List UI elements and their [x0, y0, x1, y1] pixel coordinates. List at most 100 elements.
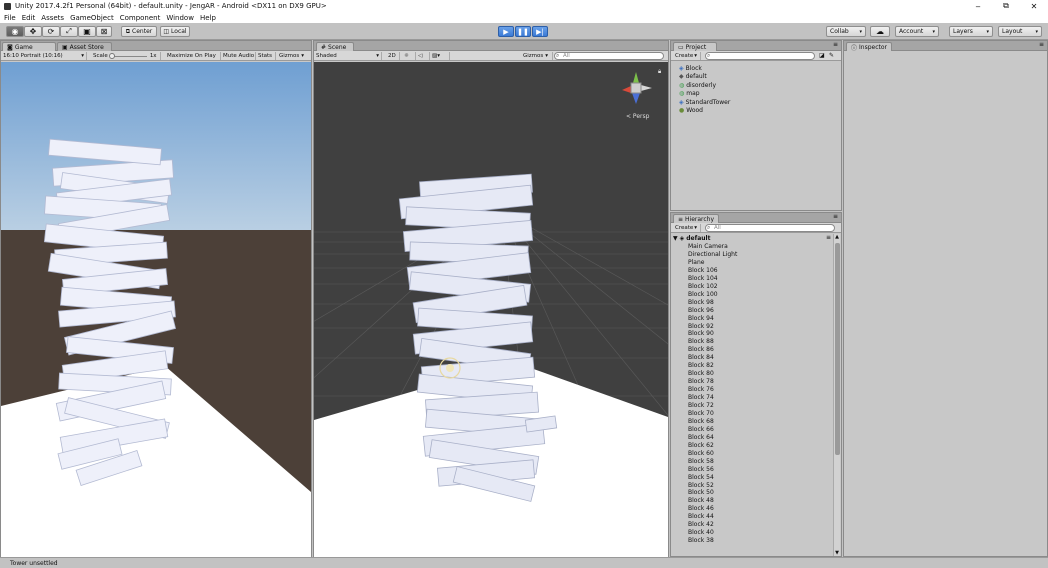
- play-button[interactable]: ▶: [498, 26, 514, 37]
- scene-control-bar: Shaded▾ 2D ☼ ◁ ▨▾ Gizmos▾ All: [314, 51, 668, 61]
- layers-dropdown[interactable]: Layers ▾: [949, 26, 993, 37]
- scale-slider-thumb[interactable]: [108, 52, 115, 59]
- tab-asset-store[interactable]: ▣ Asset Store: [57, 42, 112, 51]
- list-item[interactable]: ◆ default: [679, 73, 707, 81]
- game-icon: ◙: [7, 43, 13, 51]
- list-item[interactable]: ◍ map: [679, 90, 700, 98]
- menu-file[interactable]: File: [4, 14, 16, 22]
- step-button[interactable]: ▶|: [532, 26, 548, 37]
- stats-toggle[interactable]: Stats: [256, 52, 276, 60]
- scene-view[interactable]: < Persp 🔒︎: [314, 62, 668, 557]
- maximize-button[interactable]: ⧉: [992, 1, 1020, 11]
- tab-scene[interactable]: # Scene: [316, 42, 354, 51]
- account-dropdown[interactable]: Account ▾: [895, 26, 939, 37]
- tab-inspector[interactable]: ⓘ Inspector: [846, 42, 892, 52]
- tab-hierarchy[interactable]: ≡ Hierarchy: [673, 214, 719, 223]
- play-icon: ▶: [503, 27, 509, 36]
- pivot-center-button[interactable]: ⧉ Center: [121, 26, 157, 37]
- menu-assets[interactable]: Assets: [41, 14, 64, 22]
- scene-root-menu-icon[interactable]: ≡: [826, 234, 831, 241]
- panel-menu-icon[interactable]: ≡: [833, 213, 838, 220]
- close-button[interactable]: ✕: [1020, 2, 1048, 11]
- list-item[interactable]: ◍ disorderly: [679, 81, 716, 89]
- effects-dropdown[interactable]: ▨ ▾: [430, 52, 450, 60]
- rect-tool-button[interactable]: ▣: [78, 26, 96, 37]
- list-item[interactable]: ◈ StandardTower: [679, 98, 730, 106]
- hierarchy-create-dropdown[interactable]: Create ▾: [673, 224, 701, 232]
- center-label: Center: [132, 28, 153, 35]
- scene-orientation-gizmo[interactable]: [616, 68, 656, 108]
- chevron-down-icon: ▾: [859, 28, 862, 35]
- menu-component[interactable]: Component: [120, 14, 161, 22]
- menu-window[interactable]: Window: [166, 14, 194, 22]
- maximize-on-play-toggle[interactable]: Maximize On Play: [165, 52, 221, 60]
- 2d-toggle[interactable]: 2D: [386, 52, 400, 60]
- hand-tool-button[interactable]: ◉: [6, 26, 24, 37]
- list-item[interactable]: ● Wood: [679, 107, 703, 115]
- chevron-down-icon: ▾: [545, 53, 549, 59]
- unity-logo-icon: [4, 2, 11, 10]
- rotate-tool-button[interactable]: ⟳: [42, 26, 60, 37]
- local-icon: ◫: [163, 28, 170, 35]
- tab-project[interactable]: ▭ Project: [673, 42, 717, 51]
- hierarchy-tab-label: Hierarchy: [685, 215, 715, 223]
- hierarchy-tab-row: ≡ Hierarchy ≡: [671, 213, 841, 223]
- scene-root[interactable]: ▼ ◈ default: [673, 234, 710, 242]
- hierarchy-search-input[interactable]: All: [705, 224, 835, 232]
- scene-icon: ◆: [679, 73, 684, 80]
- lock-icon[interactable]: 🔒︎: [658, 68, 661, 76]
- hierarchy-scrollbar[interactable]: ▲ ▼: [833, 234, 840, 556]
- layers-label: Layers: [953, 28, 973, 35]
- scroll-down-icon[interactable]: ▼: [834, 550, 840, 556]
- game-control-bar: 16:10 Portrait (10:16) ▾ Scale 1x Maximiz…: [1, 51, 311, 61]
- game-view[interactable]: [1, 62, 311, 557]
- lighting-toggle[interactable]: ☼: [402, 52, 416, 60]
- layout-dropdown[interactable]: Layout ▾: [998, 26, 1042, 37]
- chevron-down-icon: ▾: [986, 28, 989, 35]
- unity-scene-icon: ◈: [679, 234, 685, 242]
- move-tool-button[interactable]: ✥: [24, 26, 42, 37]
- pause-button[interactable]: ❚❚: [515, 26, 531, 37]
- scene-gizmos-label: Gizmos: [523, 53, 544, 59]
- scale-slider[interactable]: Scale 1x: [91, 52, 161, 60]
- maximize-label: Maximize On Play: [167, 53, 216, 59]
- panel-menu-icon[interactable]: ≡: [1039, 41, 1044, 48]
- menu-gameobject[interactable]: GameObject: [70, 14, 114, 22]
- game-gizmos-dropdown[interactable]: Gizmos ▾: [277, 52, 311, 60]
- list-item[interactable]: ◈ Block: [679, 64, 702, 72]
- persp-label[interactable]: < Persp: [626, 113, 649, 120]
- inspector-tab-row: ⓘ Inspector ≡: [844, 41, 1047, 52]
- aspect-dropdown[interactable]: 16:10 Portrait (10:16) ▾: [1, 52, 87, 60]
- prefab-icon: ◈: [679, 98, 684, 106]
- transform-tool-button[interactable]: ⊠: [96, 26, 112, 37]
- tab-game[interactable]: ◙ Game: [2, 42, 56, 51]
- scene-gizmos-dropdown[interactable]: Gizmos ▾: [521, 52, 553, 60]
- project-search-input[interactable]: [705, 52, 815, 60]
- hierarchy-item[interactable]: Block 38: [688, 537, 714, 546]
- chevron-down-icon: ▾: [301, 53, 305, 59]
- project-create-dropdown[interactable]: Create ▾: [673, 52, 701, 60]
- audio-toggle[interactable]: ◁: [416, 52, 430, 60]
- collab-dropdown[interactable]: Collab ▾: [826, 26, 866, 37]
- hierarchy-search-placeholder: All: [714, 225, 721, 231]
- scale-tool-button[interactable]: ⤢: [60, 26, 78, 37]
- scrollbar-thumb[interactable]: [835, 243, 840, 455]
- shading-mode-dropdown[interactable]: Shaded ▾: [314, 52, 382, 60]
- center-icon: ⧉: [125, 27, 131, 35]
- scale-slider-track[interactable]: [108, 52, 147, 59]
- project-panel: ▭Project ≡ Create▾ ◪ ✎ ◈Block ◆default ◍…: [670, 40, 842, 211]
- cloud-button[interactable]: ☁: [870, 26, 890, 37]
- panel-menu-icon[interactable]: ≡: [833, 41, 838, 48]
- menu-help[interactable]: Help: [200, 14, 216, 22]
- filter-icon[interactable]: ◪: [819, 52, 825, 59]
- star-icon[interactable]: ✎: [829, 52, 834, 59]
- scroll-up-icon[interactable]: ▲: [834, 234, 840, 240]
- scene-search-input[interactable]: All: [554, 52, 664, 60]
- aspect-label: 16:10 Portrait (10:16): [3, 53, 63, 59]
- pivot-local-button[interactable]: ◫ Local: [160, 26, 190, 37]
- minimize-button[interactable]: ‒: [964, 2, 992, 11]
- menu-edit[interactable]: Edit: [22, 14, 36, 22]
- expand-arrow-icon: ▼: [673, 234, 678, 242]
- mute-audio-toggle[interactable]: Mute Audio: [221, 52, 256, 60]
- asset-label: Wood: [686, 107, 703, 114]
